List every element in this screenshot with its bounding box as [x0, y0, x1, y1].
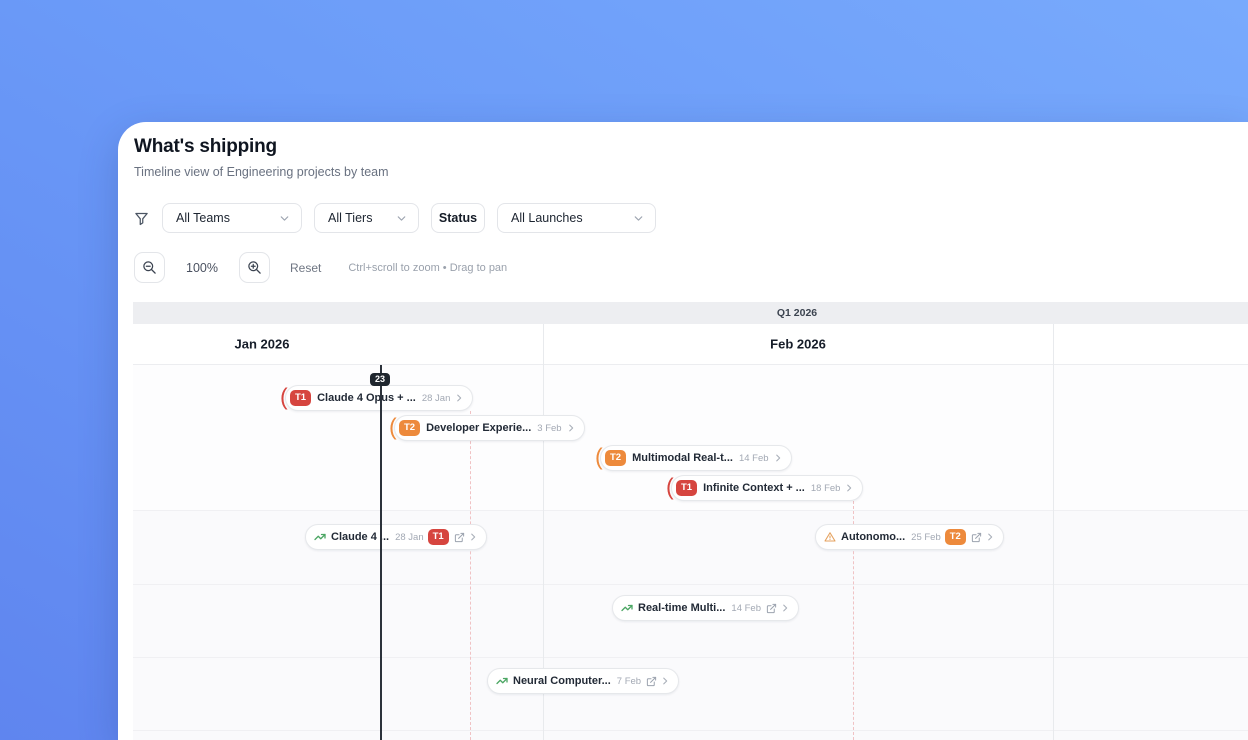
timeline-row — [133, 731, 1248, 740]
milestone-bracket-mark: ( — [389, 413, 397, 440]
milestone-pill[interactable]: ( T1 Infinite Context + ... 18 Feb — [666, 475, 864, 501]
chevron-right-icon — [775, 454, 780, 462]
today-date-badge: 23 — [369, 373, 391, 386]
tier-badge: T1 — [290, 390, 312, 406]
launch-title: Autonomo... — [841, 531, 906, 543]
quarter-label: Q1 2026 — [776, 307, 818, 319]
milestone-bracket-mark: ( — [666, 473, 674, 500]
external-link-icon — [971, 532, 981, 542]
chevron-right-icon — [847, 484, 852, 492]
filter-funnel-icon — [135, 212, 148, 225]
trending-up-icon — [314, 533, 326, 541]
milestone-bracket-mark: ( — [280, 383, 288, 410]
launches-filter-dropdown[interactable]: All Launches — [497, 203, 656, 233]
tier-badge: T2 — [944, 529, 966, 545]
milestone-title: Developer Experie... — [426, 422, 532, 434]
month-boundary-line — [1053, 324, 1054, 740]
external-link-icon — [454, 532, 464, 542]
timeline-row — [133, 658, 1248, 731]
timeline: Q1 2026 Jan 2026 Feb 2026 23 ( T1 Claude… — [133, 302, 1248, 740]
tier-badge: T2 — [605, 450, 627, 466]
deadline-dashed-line — [470, 411, 471, 740]
launch-pill[interactable]: Autonomo... 25 Feb T2 — [815, 524, 1004, 550]
page-subtitle: Timeline view of Engineering projects by… — [134, 165, 389, 179]
milestone-bracket-mark: ( — [595, 443, 603, 470]
trending-up-icon — [621, 604, 633, 612]
milestone-title: Claude 4 Opus + ... — [317, 392, 416, 404]
chevron-right-icon — [568, 424, 573, 432]
external-link-icon — [646, 676, 657, 686]
milestone-title: Multimodal Real-t... — [632, 452, 733, 464]
launch-date: 14 Feb — [731, 602, 761, 614]
tier-badge: T2 — [399, 420, 421, 436]
timeline-body[interactable]: 23 ( T1 Claude 4 Opus + ... 28 Jan ( T2 … — [133, 365, 1248, 740]
launch-title: Real-time Multi... — [638, 602, 726, 614]
zoom-out-button[interactable] — [134, 252, 165, 283]
chevron-right-icon — [988, 533, 993, 541]
zoom-level-value: 100% — [186, 260, 218, 275]
chevron-right-icon — [470, 533, 475, 541]
launch-date: 25 Feb — [911, 531, 941, 543]
launch-date: 7 Feb — [616, 675, 642, 687]
milestone-date: 18 Feb — [810, 482, 841, 494]
tier-badge: T1 — [676, 480, 698, 496]
month-label-feb: Feb 2026 — [770, 336, 826, 352]
milestone-date: 28 Jan — [421, 392, 451, 404]
teams-filter-dropdown[interactable]: All Teams — [162, 203, 302, 233]
timeline-row — [133, 511, 1248, 585]
chevron-right-icon — [457, 394, 462, 402]
milestone-pill[interactable]: ( T2 Developer Experie... 3 Feb — [389, 415, 585, 441]
launch-title: Neural Computer... — [513, 675, 611, 687]
page-title: What's shipping — [134, 136, 277, 157]
warning-triangle-icon — [824, 532, 836, 542]
pan-zoom-hint: Ctrl+scroll to zoom • Drag to pan — [348, 261, 508, 274]
today-line — [380, 365, 382, 740]
month-header-row: Jan 2026 Feb 2026 — [133, 324, 1248, 365]
main-panel: What's shipping Timeline view of Enginee… — [118, 122, 1248, 740]
zoom-toolbar: 100% Reset Ctrl+scroll to zoom • Drag to… — [134, 252, 507, 283]
milestone-date: 3 Feb — [537, 422, 562, 434]
chevron-down-icon — [280, 215, 289, 221]
reset-zoom-button[interactable]: Reset — [290, 261, 321, 275]
milestone-pill[interactable]: ( T2 Multimodal Real-t... 14 Feb — [595, 445, 792, 471]
status-filter-button[interactable]: Status — [431, 203, 485, 233]
chevron-right-icon — [663, 677, 668, 685]
launches-filter-value: All Launches — [511, 211, 583, 225]
launch-date: 28 Jan — [395, 531, 424, 543]
tiers-filter-dropdown[interactable]: All Tiers — [314, 203, 419, 233]
tier-badge: T1 — [427, 529, 449, 545]
chevron-down-icon — [397, 215, 406, 221]
zoom-in-icon — [248, 261, 261, 274]
zoom-out-icon — [143, 261, 156, 274]
status-filter-label: Status — [438, 211, 478, 225]
teams-filter-value: All Teams — [176, 211, 230, 225]
launch-pill[interactable]: Real-time Multi... 14 Feb — [612, 595, 799, 621]
zoom-in-button[interactable] — [238, 252, 270, 283]
milestone-title: Infinite Context + ... — [703, 482, 805, 494]
launch-pill[interactable]: Neural Computer... 7 Feb — [487, 668, 680, 694]
page-header: What's shipping Timeline view of Enginee… — [134, 136, 389, 179]
milestone-date: 14 Feb — [738, 452, 769, 464]
chevron-right-icon — [783, 604, 788, 612]
quarter-header-bar: Q1 2026 — [133, 302, 1248, 324]
filter-bar: All Teams All Tiers Status All Launches — [134, 203, 668, 233]
trending-up-icon — [496, 677, 508, 685]
chevron-down-icon — [634, 215, 643, 221]
external-link-icon — [766, 603, 777, 613]
tiers-filter-value: All Tiers — [328, 211, 373, 225]
month-label-jan: Jan 2026 — [234, 336, 290, 352]
launch-pill[interactable]: Claude 4 ... 28 Jan T1 — [305, 524, 487, 550]
